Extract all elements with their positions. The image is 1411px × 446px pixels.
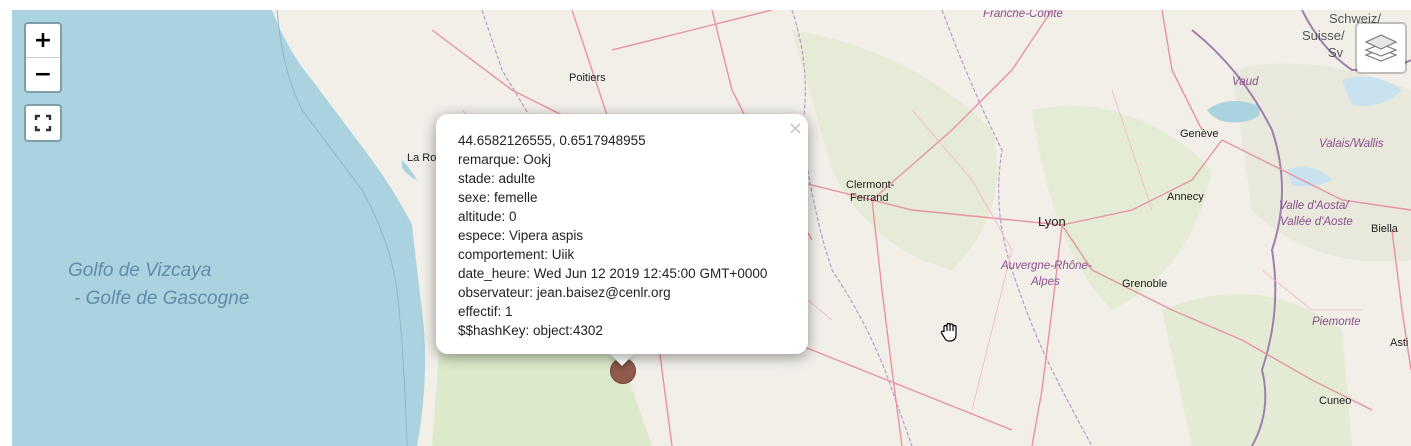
label-piemonte: Piemonte [1312,316,1361,328]
label-grenoble: Grenoble [1122,278,1168,290]
popup-tip [610,354,634,366]
popup-observateur: observateur: jean.baisez@cenlr.org [458,285,671,300]
popup-altitude: altitude: 0 [458,209,517,224]
zoom-control: + − [24,22,62,93]
map[interactable]: Franche-Comté Schweiz/ Suisse/ Sv Poitie… [12,10,1411,446]
popup-comportement: comportement: Uiik [458,247,575,262]
label-valais: Valais/Wallis [1319,138,1384,150]
popup-effectif: effectif: 1 [458,304,513,319]
label-la-ro: La Ro [407,152,437,164]
label-franche-comte: Franche-Comté [983,10,1063,20]
label-clermont-1: Clermont- [846,179,895,191]
layers-icon [1364,34,1398,62]
popup-sexe: sexe: femelle [458,190,538,205]
fullscreen-icon [34,114,52,132]
label-aosta-2: Vallée d'Aoste [1280,216,1353,228]
zoom-in-button[interactable]: + [26,24,60,58]
label-sv: Sv [1328,45,1344,60]
label-annecy: Annecy [1167,191,1204,203]
label-aura-1: Auvergne-Rhône- [1001,260,1092,272]
popup-content: 44.6582126555, 0.6517948955 remarque: Oo… [458,131,767,340]
label-sea-2: - Golfe de Gascogne [74,288,250,309]
label-sea-1: Golfo de Vizcaya [68,260,212,281]
zoom-out-button[interactable]: − [26,58,60,91]
label-suisse: Suisse/ [1302,28,1345,43]
label-cuneo: Cuneo [1319,395,1352,407]
popup-hashkey: $$hashKey: object:4302 [458,323,603,338]
label-geneve: Genève [1180,128,1219,140]
label-lyon: Lyon [1038,214,1066,229]
label-aosta-1: Valle d'Aosta/ [1279,200,1349,212]
label-biella: Biella [1371,223,1398,235]
popup-close-button[interactable]: × [788,118,803,139]
label-aura-2: Alpes [1031,276,1060,288]
popup-coordinates: 44.6582126555, 0.6517948955 [458,133,646,148]
label-poitiers: Poitiers [569,72,606,84]
label-vaud: Vaud [1232,76,1259,88]
layers-button[interactable] [1355,22,1407,74]
grab-cursor-icon [940,322,957,342]
label-clermont-2: Ferrand [850,192,889,204]
popup-stade: stade: adulte [458,171,536,186]
fullscreen-button[interactable] [24,104,62,142]
popup-remarque: remarque: Ookj [458,152,552,167]
popup-espece: espece: Vipera aspis [458,228,584,243]
popup-date-heure: date_heure: Wed Jun 12 2019 12:45:00 GMT… [458,266,768,281]
observation-popup: × 44.6582126555, 0.6517948955 remarque: … [436,114,808,354]
label-asti: Asti [1390,337,1409,349]
